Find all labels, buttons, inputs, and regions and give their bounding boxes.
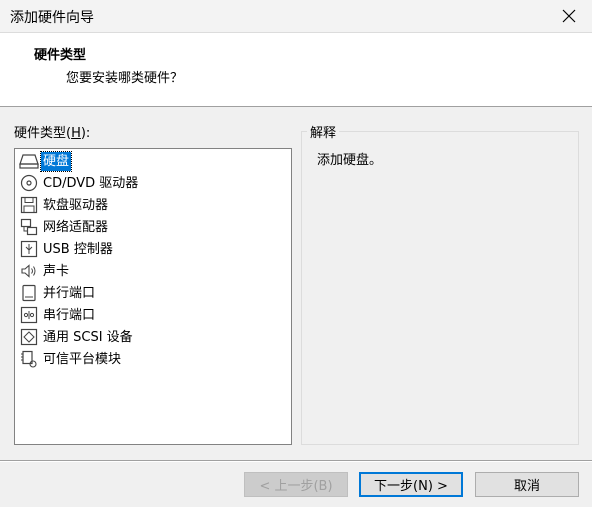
hardware-type-label-prefix: 硬件类型( (14, 126, 72, 141)
hardware-type-list[interactable]: 硬盘 CD/DVD 驱动器 软盘驱动器 网络适配器 USB 控制器 声卡 并行端… (14, 148, 292, 445)
list-item-label: CD/DVD 驱动器 (43, 175, 139, 191)
hardware-type-label-suffix: ): (80, 126, 91, 141)
explanation-title: 解释 (307, 122, 340, 141)
title-bar: 添加硬件向导 (0, 0, 592, 33)
list-item-cd-dvd[interactable]: CD/DVD 驱动器 (19, 173, 140, 193)
hard-disk-icon (19, 151, 39, 171)
list-item-label: 通用 SCSI 设备 (43, 329, 133, 345)
close-button[interactable] (546, 0, 592, 32)
list-item-label: 网络适配器 (43, 219, 109, 235)
tpm-icon (19, 349, 39, 369)
next-button[interactable]: 下一步(N) > (359, 472, 463, 497)
parallel-port-icon (19, 283, 39, 303)
list-item-label: 软盘驱动器 (43, 197, 109, 213)
list-item-floppy[interactable]: 软盘驱动器 (19, 195, 110, 215)
serial-port-icon (19, 305, 39, 325)
list-item-usb[interactable]: USB 控制器 (19, 239, 115, 259)
list-item-label: 硬盘 (39, 150, 73, 172)
list-item-sound-card[interactable]: 声卡 (19, 261, 71, 281)
list-item-parallel-port[interactable]: 并行端口 (19, 283, 97, 303)
list-item-label: 声卡 (43, 263, 70, 279)
usb-icon (19, 239, 39, 259)
wizard-header: 硬件类型 您要安装哪类硬件？ (0, 33, 592, 107)
hardware-type-label-mnemonic: H (71, 126, 81, 141)
cancel-button[interactable]: 取消 (475, 472, 579, 497)
close-icon (562, 9, 576, 23)
list-item-label: USB 控制器 (43, 241, 113, 257)
cd-dvd-icon (19, 173, 39, 193)
list-item-tpm[interactable]: 可信平台模块 (19, 349, 123, 369)
list-item-hard-disk[interactable]: 硬盘 (19, 150, 73, 172)
explanation-text: 添加硬盘。 (317, 153, 383, 168)
list-item-label: 串行端口 (43, 307, 96, 323)
list-item-network-adapter[interactable]: 网络适配器 (19, 217, 110, 237)
list-item-scsi[interactable]: 通用 SCSI 设备 (19, 327, 135, 347)
back-button[interactable]: < 上一步(B) (244, 472, 348, 497)
explanation-groupbox (301, 131, 579, 445)
floppy-icon (19, 195, 39, 215)
list-item-serial-port[interactable]: 串行端口 (19, 305, 97, 325)
list-item-label: 并行端口 (43, 285, 96, 301)
window-title: 添加硬件向导 (10, 10, 94, 26)
footer-divider (0, 460, 592, 462)
sound-card-icon (19, 261, 39, 281)
list-item-label: 可信平台模块 (43, 351, 122, 367)
hardware-type-label: 硬件类型(H): (14, 122, 90, 141)
scsi-icon (19, 327, 39, 347)
network-adapter-icon (19, 217, 39, 237)
header-subtitle: 您要安装哪类硬件？ (66, 71, 184, 86)
header-title: 硬件类型 (34, 48, 87, 63)
